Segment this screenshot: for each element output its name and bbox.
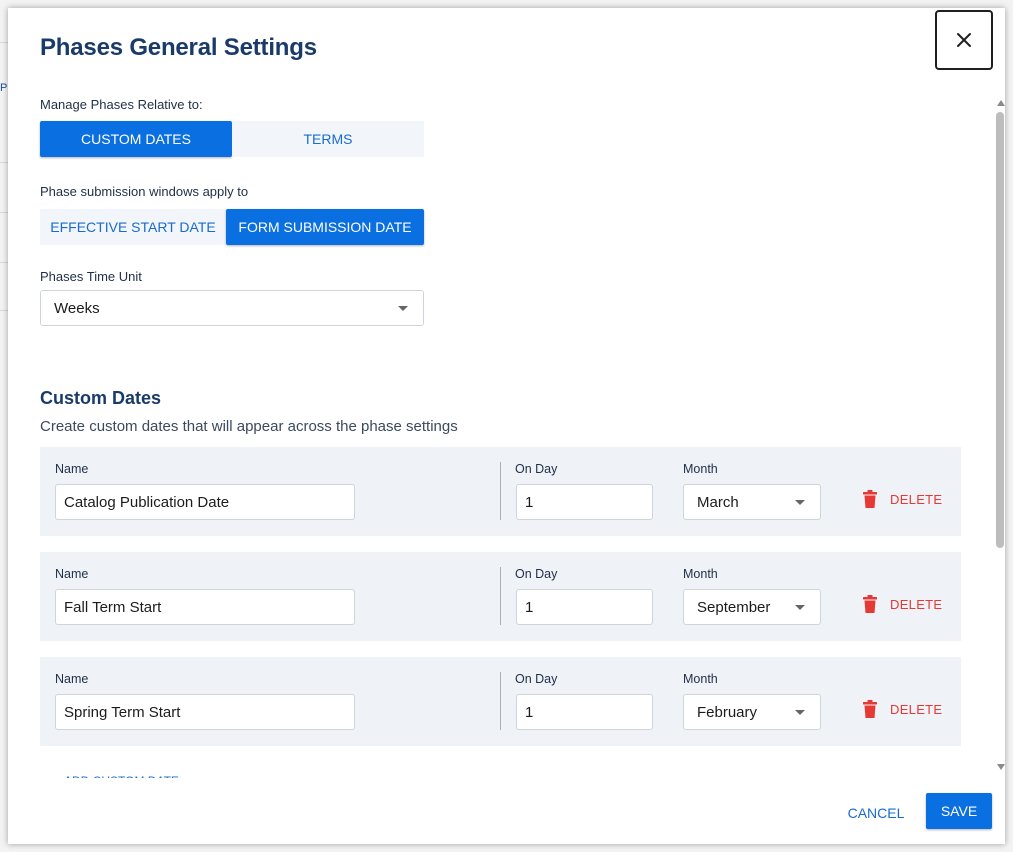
delete-label: DELETE: [890, 491, 943, 507]
time-unit-select[interactable]: Weeks: [40, 290, 424, 326]
phases-settings-dialog: Phases General Settings Manage Phases Re…: [8, 8, 1005, 844]
custom-date-row: Name Fall Term Start On Day 1 Month Sept…: [40, 552, 961, 641]
delete-custom-date-button[interactable]: DELETE: [862, 595, 942, 613]
month-value: March: [697, 493, 739, 511]
month-label: Month: [683, 567, 718, 581]
name-label: Name: [55, 462, 89, 476]
custom-date-month-select[interactable]: February: [683, 694, 821, 730]
custom-dates-description: Create custom dates that will appear acr…: [40, 418, 458, 435]
dialog-title: Phases General Settings: [40, 34, 317, 61]
chevron-down-icon: [398, 306, 408, 311]
terms-option[interactable]: TERMS: [232, 121, 424, 157]
row-divider: [500, 462, 501, 520]
manage-relative-toggle: CUSTOM DATES TERMS: [40, 121, 424, 157]
time-unit-value: Weeks: [54, 299, 100, 317]
form-submission-date-option[interactable]: FORM SUBMISSION DATE: [226, 209, 424, 245]
on-day-label: On Day: [515, 567, 558, 581]
dialog-scrollbar[interactable]: [996, 100, 1005, 770]
scroll-up-icon[interactable]: [997, 100, 1005, 106]
month-label: Month: [683, 462, 718, 476]
delete-custom-date-button[interactable]: DELETE: [862, 490, 942, 508]
chevron-down-icon: [795, 710, 805, 715]
month-label: Month: [683, 672, 718, 686]
time-unit-label: Phases Time Unit: [40, 269, 142, 284]
custom-date-name-input[interactable]: Spring Term Start: [55, 694, 355, 730]
close-icon: [957, 33, 971, 47]
custom-date-name-input[interactable]: Catalog Publication Date: [55, 484, 355, 520]
submission-windows-label: Phase submission windows apply to: [40, 184, 249, 199]
month-value: February: [697, 703, 758, 721]
custom-date-row: Name Catalog Publication Date On Day 1 M…: [40, 447, 961, 536]
custom-date-month-select[interactable]: March: [683, 484, 821, 520]
custom-date-month-select[interactable]: September: [683, 589, 821, 625]
delete-label: DELETE: [890, 596, 943, 612]
trash-icon: [863, 595, 877, 613]
close-button[interactable]: [935, 10, 993, 70]
save-button[interactable]: SAVE: [926, 793, 992, 829]
month-value: September: [697, 598, 771, 616]
custom-date-day-input[interactable]: 1: [516, 694, 653, 730]
name-label: Name: [55, 672, 89, 686]
on-day-label: On Day: [515, 462, 558, 476]
background-text: PH: [0, 82, 8, 94]
chevron-down-icon: [795, 500, 805, 505]
scrollbar-thumb[interactable]: [996, 112, 1004, 548]
custom-date-name-input[interactable]: Fall Term Start: [55, 589, 355, 625]
chevron-down-icon: [795, 605, 805, 610]
delete-label: DELETE: [890, 701, 943, 717]
manage-relative-label: Manage Phases Relative to:: [40, 97, 203, 112]
cancel-button[interactable]: CANCEL: [836, 798, 916, 828]
trash-icon: [863, 490, 877, 508]
custom-dates-option[interactable]: CUSTOM DATES: [40, 121, 232, 157]
scroll-down-icon[interactable]: [997, 764, 1005, 770]
name-label: Name: [55, 567, 89, 581]
add-custom-date-link[interactable]: ADD CUSTOM DATE: [64, 774, 179, 778]
effective-start-date-option[interactable]: EFFECTIVE START DATE: [40, 209, 226, 245]
custom-date-day-input[interactable]: 1: [516, 484, 653, 520]
row-divider: [500, 672, 501, 730]
custom-date-day-input[interactable]: 1: [516, 589, 653, 625]
submission-windows-toggle: EFFECTIVE START DATE FORM SUBMISSION DAT…: [40, 209, 424, 245]
row-divider: [500, 567, 501, 625]
delete-custom-date-button[interactable]: DELETE: [862, 700, 942, 718]
custom-date-row: Name Spring Term Start On Day 1 Month Fe…: [40, 657, 961, 746]
dialog-scroll-area: Manage Phases Relative to: CUSTOM DATES …: [8, 88, 1005, 778]
custom-dates-title: Custom Dates: [40, 388, 162, 408]
trash-icon: [863, 700, 877, 718]
on-day-label: On Day: [515, 672, 558, 686]
